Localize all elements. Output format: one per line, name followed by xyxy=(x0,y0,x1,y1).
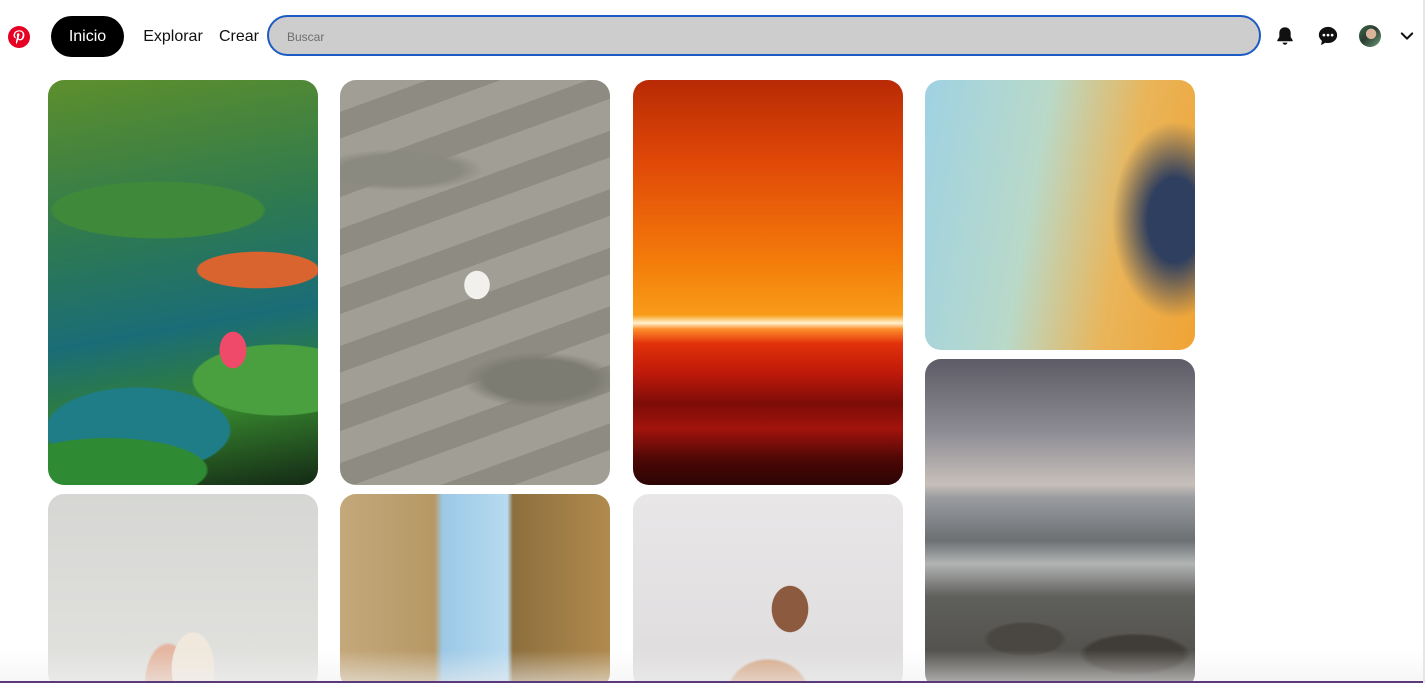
pin-water-lilies[interactable] xyxy=(48,80,318,485)
nav-home-button[interactable]: Inicio xyxy=(51,16,124,57)
messages-button[interactable] xyxy=(1315,23,1341,49)
chevron-down-icon[interactable] xyxy=(1398,27,1416,45)
pin-sand-shell[interactable] xyxy=(340,80,610,485)
search-bar[interactable] xyxy=(267,15,1261,56)
bell-icon xyxy=(1277,27,1293,45)
notifications-button[interactable] xyxy=(1272,23,1298,49)
pin-orange-horizon[interactable] xyxy=(633,80,903,485)
user-avatar[interactable] xyxy=(1359,25,1381,47)
top-header: Inicio Explorar Crear xyxy=(0,0,1423,76)
pin-smiling-woman[interactable] xyxy=(633,494,903,683)
pin-blue-plants-sky[interactable] xyxy=(925,80,1195,350)
pinterest-home-page: Inicio Explorar Crear xyxy=(0,0,1425,683)
pin-narrow-street[interactable] xyxy=(340,494,610,683)
pin-candle-jar[interactable] xyxy=(48,494,318,683)
chat-bubble-icon xyxy=(1318,26,1338,46)
pinterest-logo-icon[interactable] xyxy=(8,26,30,48)
search-input[interactable] xyxy=(285,17,1239,56)
nav-create-button[interactable]: Crear xyxy=(217,16,261,57)
pin-stormy-sea[interactable] xyxy=(925,359,1195,683)
nav-explore-button[interactable]: Explorar xyxy=(140,16,206,57)
